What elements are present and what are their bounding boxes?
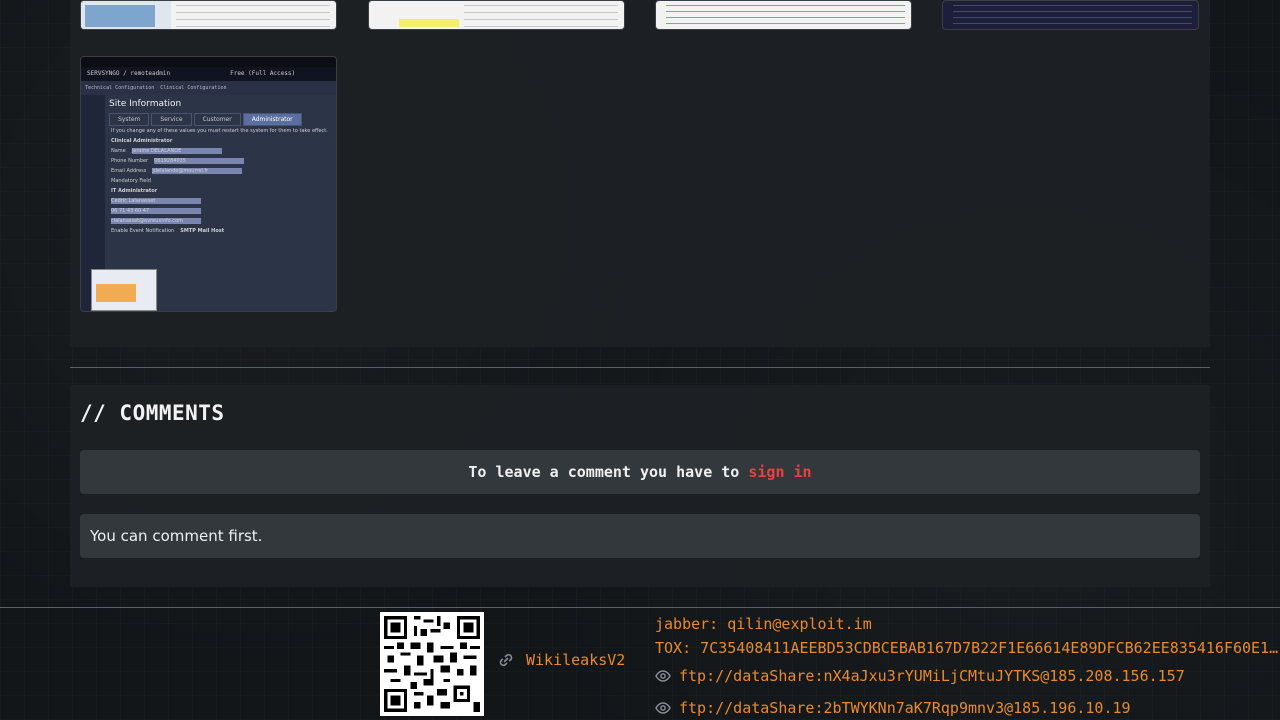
eye-icon — [655, 668, 671, 684]
thumb-field-value: clalanasset@evreuxinfo.com — [111, 218, 201, 224]
signin-link[interactable]: sign in — [748, 463, 811, 481]
gallery-thumbnail-site-information[interactable]: SERVSYNGO / remoteadmin Free (Full Acces… — [80, 56, 337, 312]
signin-prompt: To leave a comment you have to sign in — [80, 450, 1200, 494]
section-divider — [70, 367, 1210, 368]
thumb-notice: If you change any of these values you mu… — [105, 126, 336, 136]
gallery-thumbnail[interactable] — [80, 0, 337, 30]
thumb-section-label: IT Administrator — [111, 188, 158, 194]
thumb-tab: System — [109, 113, 150, 126]
thumb-field-label: Name — [111, 148, 126, 154]
gallery-thumbnail[interactable] — [942, 0, 1199, 30]
ftp-link-text: ftp://dataShare:2bTWYKNn7aK7Rqp9mnv3@185… — [679, 699, 1131, 717]
thumb-section: Clinical Administrator — [105, 136, 336, 146]
comments-title: // COMMENTS — [80, 401, 225, 425]
thumb-config-tabs: Technical Configuration Clinical Configu… — [81, 81, 336, 95]
link-icon — [498, 652, 514, 668]
thumb-section: IT Administrator — [105, 186, 336, 196]
ftp-link-text: ftp://dataShare:nX4aJxu3rYUMiLjCMtuJYTKS… — [679, 667, 1185, 685]
thumb-section-label: Clinical Administrator — [111, 138, 173, 144]
thumb-notice-text: If you change any of these values you mu… — [111, 128, 328, 134]
qr-code-icon — [384, 616, 480, 712]
thumb-titlebar: SERVSYNGO / remoteadmin Free (Full Acces… — [81, 67, 336, 81]
qr-code — [380, 612, 484, 716]
jabber-contact[interactable]: jabber: qilin@exploit.im — [655, 612, 1280, 636]
thumb-field-value: Jerome DELALANDE — [131, 148, 222, 154]
thumb-mandatory-text: Mandatory Field — [111, 178, 151, 184]
thumb-field: Email Address jdelalande@mourrel.fr — [105, 166, 336, 176]
thumb-field: Phone Number 0619284035 — [105, 156, 336, 166]
empty-comments-message: You can comment first. — [80, 514, 1200, 558]
thumb-field-value: 0619284035 — [154, 158, 245, 164]
wikileaks-link[interactable]: WikileaksV2 — [498, 651, 625, 669]
contact-info: jabber: qilin@exploit.im TOX: 7C35408411… — [655, 612, 1280, 720]
thumb-field: clalanasset@evreuxinfo.com — [105, 216, 336, 226]
gallery-thumbnail[interactable] — [655, 0, 912, 30]
thumb-tab-technical: Technical Configuration — [85, 85, 155, 91]
thumb-access: Free (Full Access) — [230, 70, 296, 77]
gallery-thumbnail[interactable] — [368, 0, 625, 30]
thumb-tab: Service — [151, 113, 192, 126]
thumb-field: Cedric Lalanasset — [105, 196, 336, 206]
thumb-smtp-label: SMTP Mail Host — [180, 228, 225, 234]
thumb-tab-active: Administrator — [242, 113, 302, 126]
thumb-app-path: SERVSYNGO / remoteadmin — [87, 70, 171, 77]
thumb-mini-window — [91, 269, 157, 311]
thumb-field-label: Phone Number — [111, 158, 149, 164]
signin-prompt-text: To leave a comment you have to — [468, 463, 749, 481]
thumb-event: Enable Event Notification SMTP Mail Host — [105, 226, 336, 236]
thumb-tab-clinical: Clinical Configuration — [160, 85, 227, 91]
thumb-field: 06 71 43 60 47 — [105, 206, 336, 216]
thumb-topbar — [81, 57, 336, 67]
thumb-tabs: System Service Customer Administrator — [105, 113, 336, 126]
thumb-event-text: Enable Event Notification — [111, 228, 175, 234]
comments-section: // COMMENTS To leave a comment you have … — [70, 385, 1210, 587]
eye-icon — [655, 700, 671, 716]
thumb-field-value: 06 71 43 60 47 — [111, 208, 201, 214]
thumb-heading: Site Information — [109, 99, 182, 109]
screenshot-gallery: SERVSYNGO / remoteadmin Free (Full Acces… — [70, 0, 1210, 347]
footer-divider — [0, 607, 1280, 608]
thumb-field-label: Email Address — [111, 168, 147, 174]
ftp-link-1[interactable]: ftp://dataShare:nX4aJxu3rYUMiLjCMtuJYTKS… — [655, 660, 1280, 692]
thumb-mandatory: Mandatory Field — [105, 176, 336, 186]
thumb-tab: Customer — [193, 113, 241, 126]
thumb-field: Name Jerome DELALANDE — [105, 146, 336, 156]
wikileaks-label: WikileaksV2 — [526, 651, 626, 669]
thumb-field-value: Cedric Lalanasset — [111, 198, 201, 204]
thumb-field-value: jdelalande@mourrel.fr — [152, 168, 243, 174]
tox-contact[interactable]: TOX: 7C35408411AEEBD53CDBCEBAB167D7B22F1… — [655, 636, 1280, 660]
ftp-link-2[interactable]: ftp://dataShare:2bTWYKNn7aK7Rqp9mnv3@185… — [655, 692, 1280, 720]
